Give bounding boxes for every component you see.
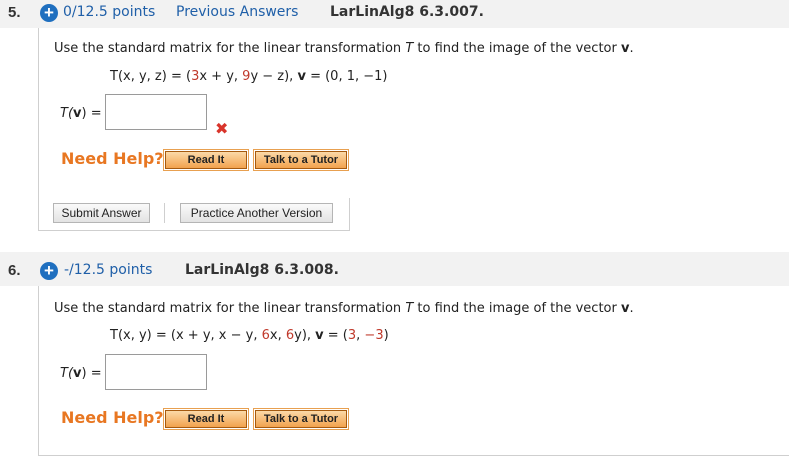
question-number: 5. [8, 4, 21, 21]
expand-plus-icon[interactable]: + [40, 4, 58, 22]
talk-to-tutor-button[interactable]: Talk to a Tutor [253, 408, 349, 430]
question-code: LarLinAlg8 6.3.008. [185, 262, 339, 278]
instruction-text: Use the standard matrix for the linear t… [54, 301, 634, 316]
instruction-text: Use the standard matrix for the linear t… [54, 41, 634, 56]
previous-answers-link[interactable]: Previous Answers [176, 4, 298, 20]
read-it-button[interactable]: Read It [163, 149, 249, 171]
answer-input[interactable] [105, 94, 207, 130]
transformation-equation: T(x, y) = (x + y, x − y, 6x, 6y), v = (3… [110, 328, 389, 343]
need-help-label: Need Help? [61, 149, 164, 168]
answer-label: T(v) = [60, 366, 102, 381]
divider [164, 203, 165, 223]
read-it-button[interactable]: Read It [163, 408, 249, 430]
question-number: 6. [8, 262, 21, 279]
transformation-equation: T(x, y, z) = (3x + y, 9y − z), v = (0, 1… [110, 69, 388, 84]
expand-plus-icon[interactable]: + [40, 262, 58, 280]
submit-answer-button[interactable]: Submit Answer [53, 203, 150, 223]
talk-to-tutor-button[interactable]: Talk to a Tutor [253, 149, 349, 171]
answer-input[interactable] [105, 354, 207, 390]
need-help-label: Need Help? [61, 408, 164, 427]
incorrect-x-icon: ✖ [215, 119, 229, 138]
question-code: LarLinAlg8 6.3.007. [330, 4, 484, 20]
points-label: -/12.5 points [64, 262, 153, 278]
points-label: 0/12.5 points [63, 4, 156, 20]
answer-label: T(v) = [60, 106, 102, 121]
practice-another-version-button[interactable]: Practice Another Version [180, 203, 333, 223]
